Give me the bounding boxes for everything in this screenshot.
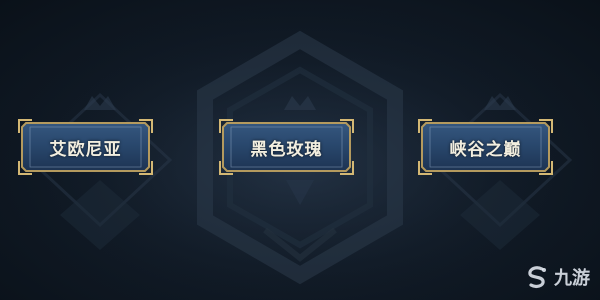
server-option-button[interactable]: 艾欧尼亚 — [18, 119, 153, 175]
watermark: 九游 — [524, 262, 590, 292]
server-option-label: 黑色玫瑰 — [250, 139, 323, 160]
server-option-label: 峡谷之巅 — [449, 139, 522, 160]
server-option-button[interactable]: 峡谷之巅 — [418, 119, 553, 175]
server-option-label: 艾欧尼亚 — [49, 139, 122, 160]
server-option-button[interactable]: 黑色玫瑰 — [219, 119, 354, 175]
watermark-text: 九游 — [554, 268, 590, 289]
s-swirl-logo-icon — [528, 266, 546, 288]
